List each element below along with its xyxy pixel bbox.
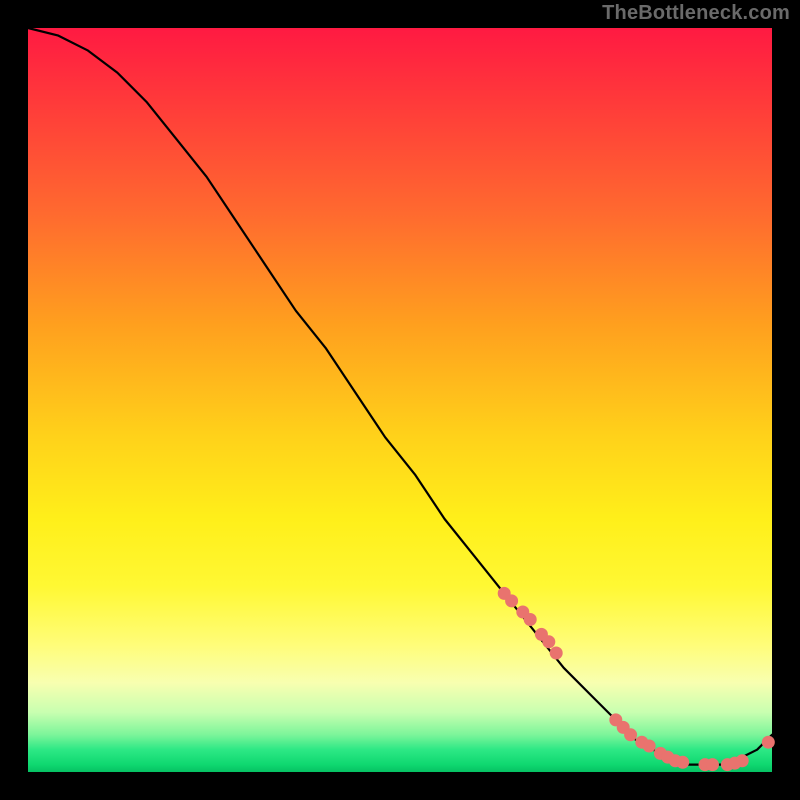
curve-svg bbox=[28, 28, 772, 772]
watermark-text: TheBottleneck.com bbox=[602, 2, 790, 25]
marker-dot bbox=[676, 756, 689, 769]
marker-dot bbox=[624, 728, 637, 741]
marker-dot bbox=[524, 613, 537, 626]
bottleneck-curve bbox=[28, 28, 772, 765]
marker-dot bbox=[736, 754, 749, 767]
chart-frame: TheBottleneck.com bbox=[0, 0, 800, 800]
marker-group bbox=[498, 587, 775, 771]
marker-dot bbox=[542, 635, 555, 648]
marker-dot bbox=[762, 736, 775, 749]
marker-dot bbox=[643, 740, 656, 753]
marker-dot bbox=[706, 758, 719, 771]
marker-dot bbox=[550, 647, 563, 660]
marker-dot bbox=[505, 594, 518, 607]
plot-area bbox=[28, 28, 772, 772]
